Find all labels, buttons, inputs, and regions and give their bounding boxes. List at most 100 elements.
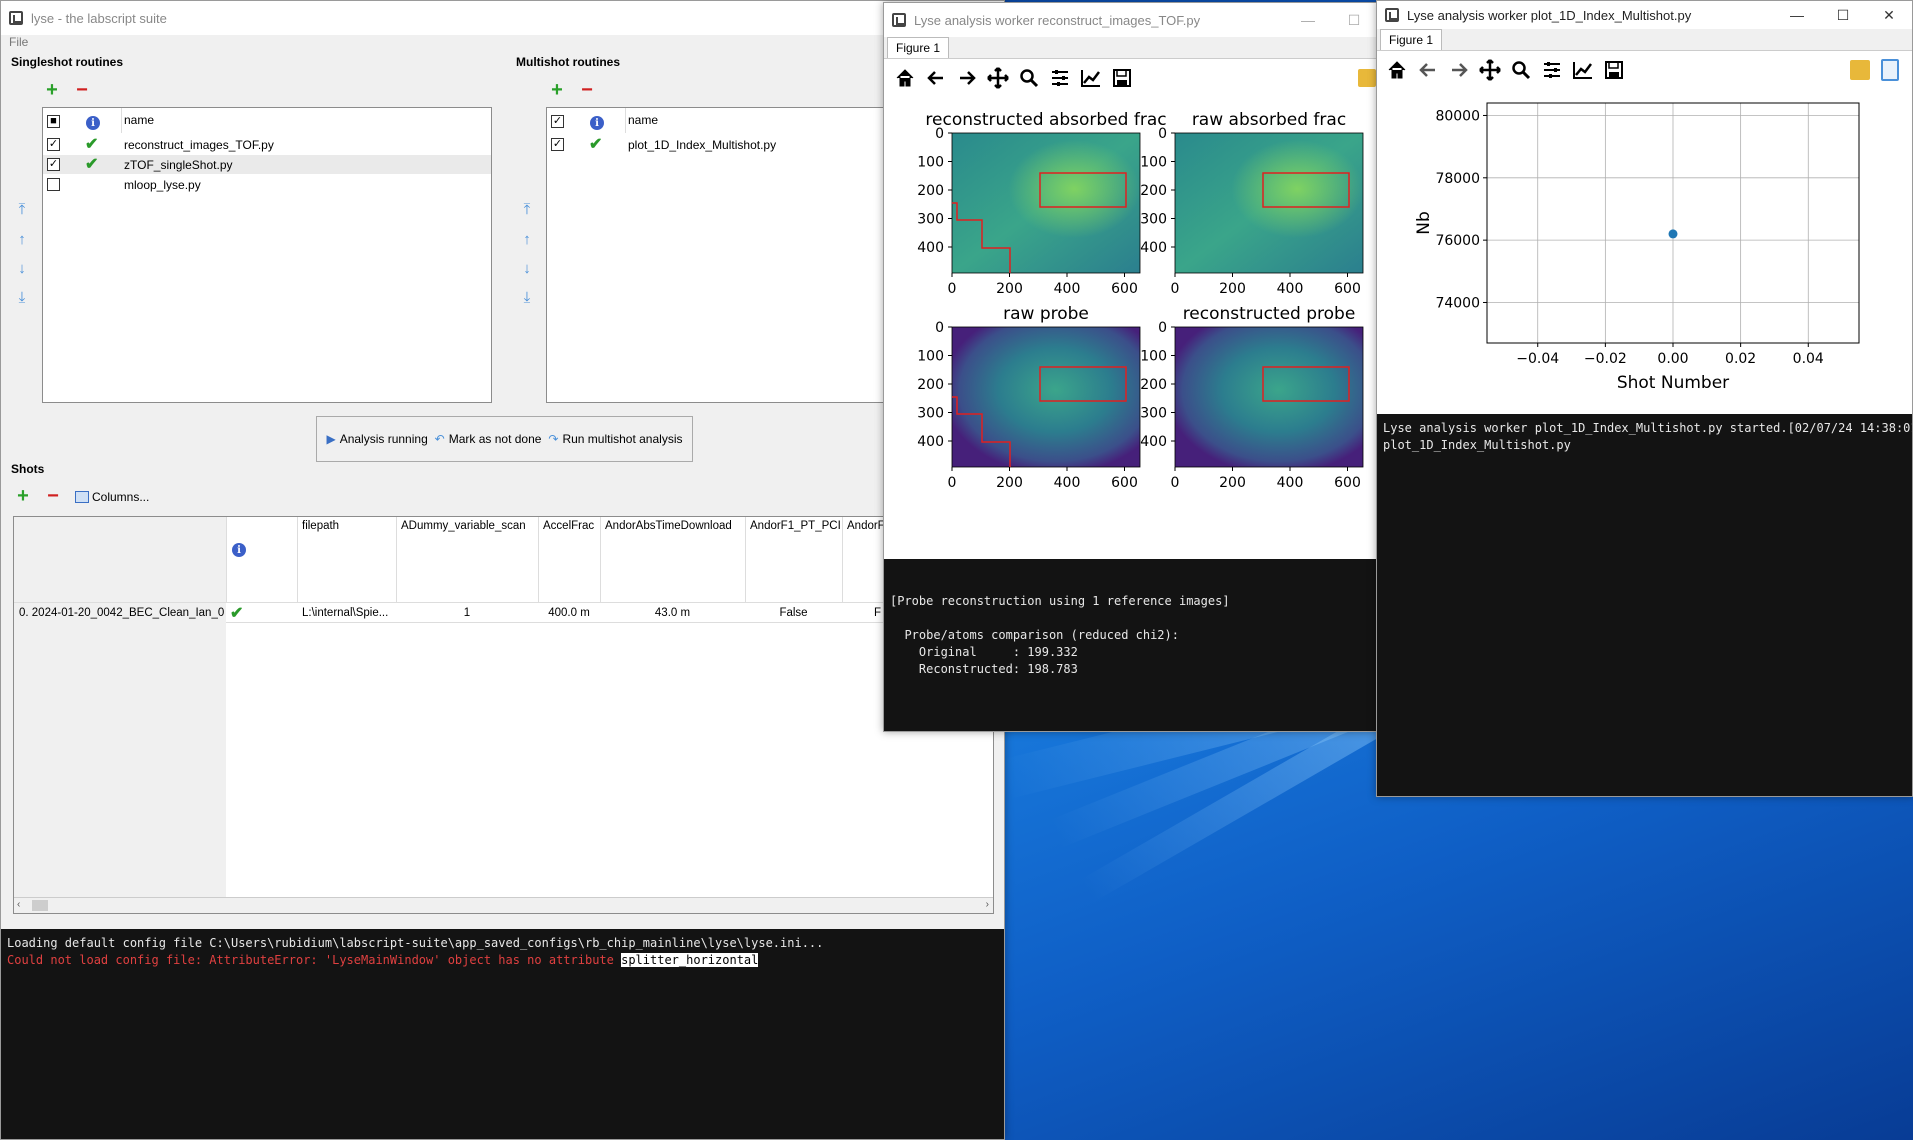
save-icon[interactable] xyxy=(1598,54,1629,85)
y-tick-label: 200 xyxy=(1140,183,1167,199)
move-bottom-icon[interactable]: ⤓ xyxy=(14,289,30,307)
y-tick-label: 76000 xyxy=(1435,233,1480,249)
horizontal-scrollbar[interactable]: ‹ › xyxy=(14,897,993,913)
edit-curve-icon[interactable] xyxy=(1567,54,1598,85)
image-subplot: raw absorbed frac 0 100 200 300 400 0 200 400 600 xyxy=(1140,110,1364,297)
singleshot-routine-row[interactable]: ✓ ✔ reconstruct_images_TOF.py xyxy=(43,135,491,154)
singleshot-list[interactable]: ■ i name ✓ ✔ reconstruct_images_TOF.py ✓ ✔ zT… xyxy=(42,107,492,403)
tab-bar xyxy=(884,37,1377,59)
console-error-text: Could not load config file: AttributeErr… xyxy=(7,953,622,967)
shots-table[interactable]: i filepath ADummy_variable_scan AccelFra… xyxy=(13,516,994,914)
maximize-icon[interactable]: ☐ xyxy=(1331,3,1377,37)
x-axis-label: Shot Number xyxy=(1617,373,1729,393)
check-icon: ✔ xyxy=(85,156,99,173)
mark-not-done-button[interactable]: ↶ Mark as not done xyxy=(435,432,542,446)
configure-icon[interactable] xyxy=(1536,54,1567,85)
move-top-icon[interactable]: ⤒ xyxy=(14,201,30,219)
x-tick-label: 400 xyxy=(1277,281,1304,297)
singleshot-routine-row[interactable]: mloop_lyse.py xyxy=(43,175,491,194)
y-tick-label: 200 xyxy=(917,377,944,393)
console-line: Probe/atoms comparison (reduced chi2): xyxy=(890,628,1179,642)
filepath-cell: L:\internal\Spie... xyxy=(302,607,389,619)
maximize-icon[interactable]: ☐ xyxy=(1820,1,1866,29)
close-icon[interactable]: ✕ xyxy=(1866,1,1912,29)
worker2-titlebar[interactable]: Lyse analysis worker plot_1D_Index_Multi… xyxy=(1377,1,1912,29)
move-down-icon[interactable]: ↓ xyxy=(14,260,30,278)
routine-checkbox[interactable] xyxy=(47,178,60,191)
scrollbar-thumb[interactable] xyxy=(32,900,48,911)
pan-icon[interactable] xyxy=(982,62,1013,93)
remove-multishot-button[interactable]: − xyxy=(578,80,596,100)
forward-icon[interactable] xyxy=(1443,54,1474,85)
worker-reconstruct-window: Lyse analysis worker reconstruct_images_… xyxy=(883,2,1378,732)
col-header-andorf1-pt[interactable]: AndorF1_PT_PCI xyxy=(745,517,842,602)
app-icon xyxy=(1385,8,1399,22)
minimize-icon[interactable]: — xyxy=(1285,3,1331,37)
run-multishot-button[interactable]: ↷ Run multishot analysis xyxy=(548,432,682,446)
shot-name-cell: 0. 2024-01-20_0042_BEC_Clean_Ian_0 xyxy=(19,607,225,619)
home-icon[interactable] xyxy=(889,62,920,93)
tab-figure-1[interactable]: Figure 1 xyxy=(1380,29,1443,50)
lock-icon[interactable] xyxy=(1850,60,1870,80)
x-tick-label: 400 xyxy=(1277,475,1304,491)
forward-icon[interactable] xyxy=(951,62,982,93)
add-multishot-button[interactable]: + xyxy=(548,80,566,100)
image-subplot: raw probe 0 100 200 300 400 0 200 400 600 xyxy=(917,304,1141,491)
y-tick-label: 300 xyxy=(1140,406,1167,422)
x-tick-label: 200 xyxy=(1219,281,1246,297)
configure-icon[interactable] xyxy=(1044,62,1075,93)
image-highlight xyxy=(1175,133,1363,273)
save-icon[interactable] xyxy=(1106,62,1137,93)
move-down-icon[interactable]: ↓ xyxy=(519,260,535,278)
scatter-chart: −0.04 −0.02 0.00 0.02 0.04 74000 76000 78000 800… xyxy=(1414,102,1860,393)
x-tick-label: 600 xyxy=(1334,475,1361,491)
edit-curve-icon[interactable] xyxy=(1075,62,1106,93)
back-icon[interactable] xyxy=(1412,54,1443,85)
mpl-toolbar xyxy=(889,62,1137,93)
table-row[interactable]: 0. 2024-01-20_0042_BEC_Clean_Ian_0 ✔ L:\… xyxy=(14,603,993,623)
lock-icon[interactable] xyxy=(1358,69,1376,87)
y-tick-label: 300 xyxy=(917,406,944,422)
singleshot-routine-row[interactable]: ✓ ✔ zTOF_singleShot.py xyxy=(43,155,491,174)
remove-singleshot-button[interactable]: − xyxy=(73,80,91,100)
zoom-icon[interactable] xyxy=(1505,54,1536,85)
select-all-checkbox[interactable]: ■ xyxy=(47,115,60,128)
col-header-adummy[interactable]: ADummy_variable_scan xyxy=(396,517,538,602)
columns-button[interactable]: Columns... xyxy=(75,490,149,504)
move-top-icon[interactable]: ⤒ xyxy=(519,201,535,219)
routine-checkbox[interactable]: ✓ xyxy=(47,138,60,151)
pan-icon[interactable] xyxy=(1474,54,1505,85)
mpl-toolbar xyxy=(1381,54,1629,85)
tab-figure-1[interactable]: Figure 1 xyxy=(887,37,950,58)
clipboard-icon[interactable] xyxy=(1881,59,1899,81)
x-tick-label: 200 xyxy=(996,475,1023,491)
analysis-running-button[interactable]: ▶ Analysis running xyxy=(326,432,427,446)
worker1-titlebar[interactable]: Lyse analysis worker reconstruct_images_… xyxy=(884,3,1377,37)
routine-name: zTOF_singleShot.py xyxy=(124,158,233,172)
col-header-andorabs[interactable]: AndorAbsTimeDownload xyxy=(600,517,745,602)
col-header-filepath[interactable]: filepath xyxy=(297,517,384,602)
minimize-icon[interactable]: — xyxy=(1774,1,1820,29)
col-header-accelfrac[interactable]: AccelFrac xyxy=(538,517,600,602)
back-icon[interactable] xyxy=(920,62,951,93)
move-up-icon[interactable]: ↑ xyxy=(14,231,30,249)
zoom-icon[interactable] xyxy=(1013,62,1044,93)
add-singleshot-button[interactable]: + xyxy=(43,80,61,100)
move-up-icon[interactable]: ↑ xyxy=(519,231,535,249)
add-shot-button[interactable]: + xyxy=(14,486,32,506)
remove-shot-button[interactable]: − xyxy=(44,486,62,506)
routine-checkbox[interactable]: ✓ xyxy=(47,158,60,171)
x-tick-label: −0.02 xyxy=(1584,351,1627,367)
move-bottom-icon[interactable]: ⤓ xyxy=(519,289,535,307)
scroll-right-icon[interactable]: › xyxy=(986,899,989,910)
main-titlebar[interactable]: lyse - the labscript suite xyxy=(1,1,1004,35)
home-icon[interactable] xyxy=(1381,54,1412,85)
andorf1-trunc-cell: F xyxy=(874,607,882,619)
y-tick-label: 74000 xyxy=(1435,295,1480,311)
select-all-checkbox[interactable]: ✓ xyxy=(551,115,564,128)
scroll-left-icon[interactable]: ‹ xyxy=(17,899,20,910)
menu-file[interactable]: File xyxy=(9,35,28,49)
image-subplot: reconstructed absorbed frac0100200300400… xyxy=(917,110,1166,297)
x-tick-label: 0 xyxy=(1171,475,1180,491)
routine-checkbox[interactable]: ✓ xyxy=(551,138,564,151)
